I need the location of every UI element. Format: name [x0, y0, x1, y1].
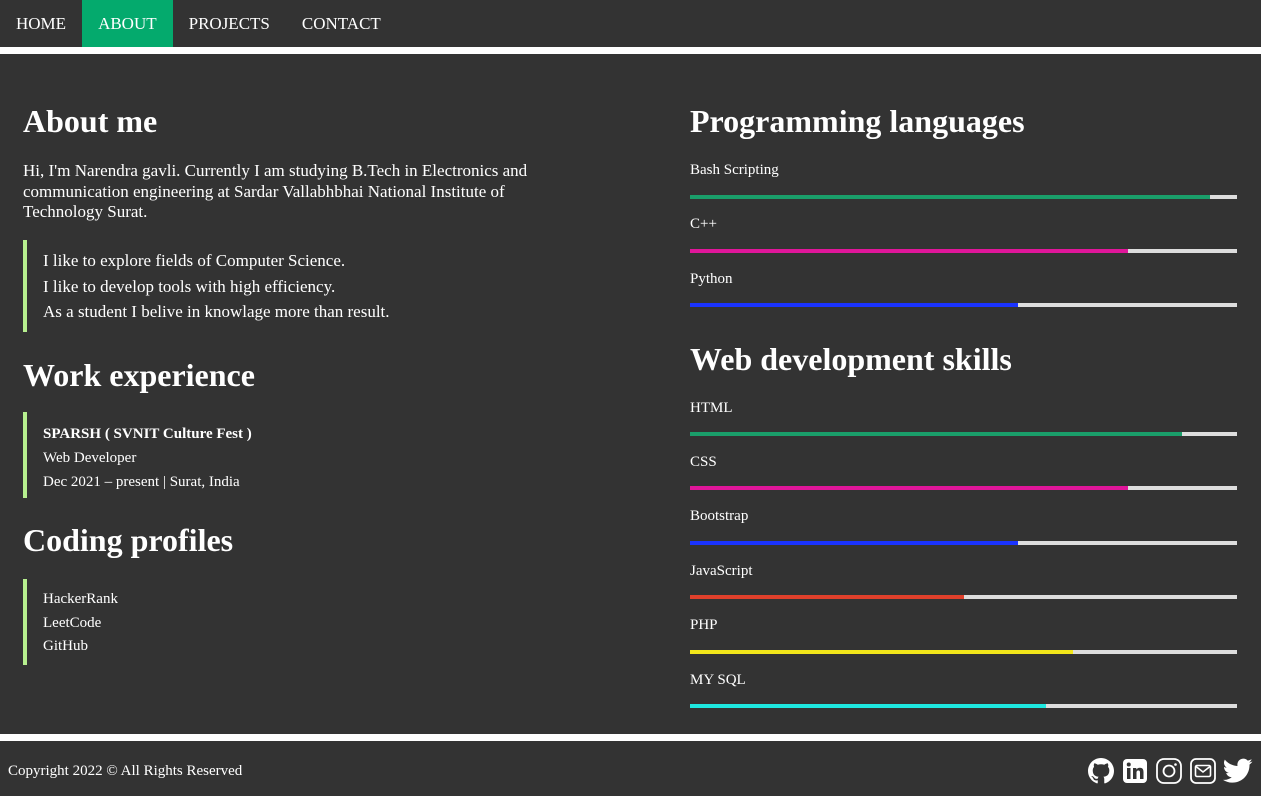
footer-divider: [0, 734, 1261, 741]
about-quote: I like to explore fields of Computer Sci…: [23, 240, 390, 332]
nav-home[interactable]: HOME: [0, 0, 82, 47]
github-icon[interactable]: [1087, 757, 1115, 785]
nav-contact[interactable]: CONTACT: [286, 0, 397, 47]
nav-projects[interactable]: PROJECTS: [173, 0, 286, 47]
skill-bar: [690, 595, 1237, 599]
skill-bar-fill: [690, 595, 964, 599]
profile-link-hackerrank[interactable]: HackerRank: [43, 588, 118, 612]
skill-bar-fill: [690, 249, 1128, 253]
skill-bar: [690, 303, 1237, 307]
skill-bar-fill: [690, 195, 1210, 199]
skill-bar: [690, 650, 1237, 654]
work-title: Work experience: [23, 357, 255, 393]
skill-bar-fill: [690, 704, 1046, 708]
top-nav: HOME ABOUT PROJECTS CONTACT: [0, 0, 1261, 47]
skill-label: Python: [690, 271, 733, 287]
work-company: SPARSH ( SVNIT Culture Fest ): [43, 426, 252, 442]
skill-label: CSS: [690, 454, 717, 470]
skill-label: HTML: [690, 400, 733, 416]
skill-label: Bootstrap: [690, 508, 749, 524]
nav-about[interactable]: ABOUT: [82, 0, 173, 47]
work-period: Dec 2021 – present | Surat, India: [43, 474, 240, 490]
top-divider: [0, 47, 1261, 54]
work-role: Web Developer: [43, 450, 137, 466]
skill-bar: [690, 432, 1237, 436]
twitter-icon[interactable]: [1222, 757, 1254, 785]
skill-bar: [690, 249, 1237, 253]
work-entry: SPARSH ( SVNIT Culture Fest ) Web Develo…: [23, 412, 252, 498]
skill-bar-fill: [690, 650, 1073, 654]
copyright-text: Copyright 2022 © All Rights Reserved: [8, 763, 243, 779]
quote-line: I like to develop tools with high effici…: [43, 276, 336, 296]
quote-line: As a student I belive in knowlage more t…: [43, 302, 390, 321]
linkedin-icon[interactable]: [1121, 757, 1149, 785]
skill-label: Bash Scripting: [690, 162, 779, 178]
skill-bar: [690, 704, 1237, 708]
profile-link-leetcode[interactable]: LeetCode: [43, 612, 118, 636]
mail-icon[interactable]: [1189, 757, 1217, 785]
skill-bar-fill: [690, 486, 1128, 490]
skill-bar-fill: [690, 541, 1019, 545]
skill-bar: [690, 195, 1237, 199]
quote-line: I like to explore fields of Computer Sci…: [43, 251, 346, 270]
skill-bar: [690, 486, 1237, 490]
instagram-icon[interactable]: [1155, 757, 1183, 785]
about-title: About me: [23, 103, 158, 139]
skill-bar: [690, 541, 1237, 545]
programming-title: Programming languages: [690, 103, 1025, 139]
skill-label: PHP: [690, 617, 718, 633]
skill-bar-fill: [690, 303, 1019, 307]
about-intro: Hi, I'm Narendra gavli. Currently I am s…: [23, 161, 528, 221]
profile-link-github[interactable]: GitHub: [43, 635, 118, 659]
skill-label: MY SQL: [690, 672, 746, 688]
skill-bar-fill: [690, 432, 1183, 436]
webdev-title: Web development skills: [690, 341, 1012, 377]
skill-label: JavaScript: [690, 563, 753, 579]
profiles-list: HackerRank LeetCode GitHub: [23, 579, 118, 665]
profiles-title: Coding profiles: [23, 522, 234, 558]
skill-label: C++: [690, 216, 717, 232]
